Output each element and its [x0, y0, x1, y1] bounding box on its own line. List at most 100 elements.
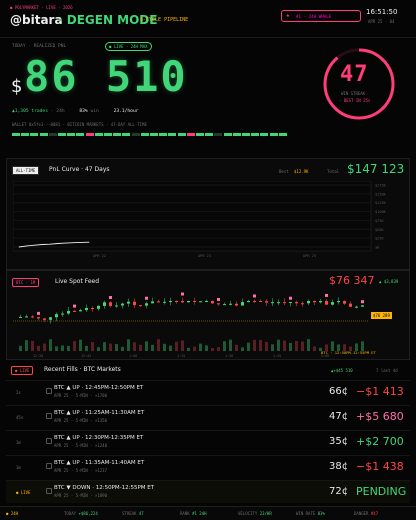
- fills-summary: ▲+$45 510: [331, 368, 353, 373]
- volume-bar: [205, 345, 208, 351]
- activity-segment: [214, 133, 223, 136]
- candle: [253, 301, 256, 302]
- candle: [163, 301, 166, 303]
- activity-segment: [196, 133, 204, 136]
- candle: [169, 301, 172, 302]
- candle: [139, 305, 142, 307]
- volume-bar: [31, 340, 34, 351]
- fill-row[interactable]: 1m BTC ▲ UP · 11:35AM-11:40AM ET APR 25 · …: [6, 455, 410, 478]
- volume-bar: [91, 342, 94, 351]
- footer-item: TODAY +$86,224: [64, 511, 98, 516]
- candle: [91, 308, 94, 310]
- fill-marker: [181, 292, 184, 296]
- y-tick-label: $75K: [375, 219, 384, 223]
- last-price-tag: $76 289: [371, 312, 392, 319]
- window: 24h: [56, 109, 65, 114]
- fill-row[interactable]: ● LIVE BTC ▼ DOWN · 12:50PM-12:55PM ET APR…: [6, 480, 410, 503]
- fill-row[interactable]: 1m BTC ▲ UP · 12:30PM-12:35PM ET APR 25 · …: [6, 430, 410, 453]
- activity-segment: [131, 133, 140, 136]
- candle: [157, 301, 160, 303]
- fill-marker: [325, 293, 328, 297]
- market-icon: [46, 488, 52, 494]
- fill-pnl: +$2 700: [356, 435, 404, 448]
- pnl-curve-title: PnL Curve · 47 Days: [49, 166, 110, 173]
- volume-bar: [235, 344, 238, 351]
- streak-ring[interactable]: 47 WIN STREAK · BEST IN 25s: [321, 46, 397, 122]
- footer-bar: ● 24H TODAY +$86,224 STREAK 47 RANK #1 24H…: [0, 506, 416, 520]
- activity-segment: [242, 133, 250, 136]
- activity-segment: [186, 133, 195, 136]
- fill-marker: [73, 304, 76, 308]
- handle[interactable]: @bitara: [10, 13, 63, 27]
- footer-value: #1 24H: [192, 511, 207, 516]
- volume-bar: [313, 346, 316, 351]
- spot-price: $76 347: [329, 274, 375, 287]
- rank-badge[interactable]: ★ #1 · 24H WHALE: [281, 10, 361, 22]
- x-tick-label: 12:45: [81, 354, 91, 358]
- wallet-line[interactable]: WALLET 0x5fe1···0881 · BITCOIN MARKETS ·…: [12, 122, 147, 127]
- market-icon: [46, 463, 52, 469]
- volume-bar: [97, 347, 100, 351]
- candle: [325, 301, 328, 305]
- volume-bar: [49, 339, 52, 351]
- spot-feed-panel: BTC · 1M Live Spot Feed $76 347 ▲ $3,839…: [6, 270, 410, 360]
- tab-all-time[interactable]: ALL-TIME: [12, 166, 40, 175]
- candle: [259, 301, 262, 302]
- x-tick-label: 1:45: [273, 354, 281, 358]
- live-badge: ● LIVE · 24H MAX: [105, 42, 152, 51]
- x-tick-label: 1:15: [177, 354, 185, 358]
- candle: [109, 302, 112, 306]
- activity-segment: [223, 133, 232, 136]
- fill-price: 47¢: [329, 411, 349, 422]
- activity-segment: [251, 133, 260, 136]
- activity-segment: [104, 133, 112, 136]
- footer-key: VELOCITY: [238, 511, 258, 516]
- volume-bar: [163, 343, 166, 351]
- candle: [37, 317, 40, 319]
- volume-bar: [121, 346, 124, 351]
- candle: [229, 303, 232, 305]
- pnl-amount: 86 510: [24, 52, 188, 101]
- fill-pnl: −$1 438: [356, 460, 404, 473]
- candle: [85, 308, 88, 311]
- fill-marker: [145, 296, 148, 300]
- y-tick-label: $25K: [375, 237, 384, 241]
- candle: [199, 301, 202, 303]
- fill-marker: [361, 300, 364, 304]
- candle: [67, 310, 70, 314]
- tab-btc-1m[interactable]: BTC · 1M: [12, 278, 40, 287]
- fill-row[interactable]: 2s BTC ▲ UP · 12:45PM-12:50PM ET APR 25 · …: [6, 380, 410, 403]
- streak-sub: · BEST IN 25s: [339, 98, 371, 103]
- candle: [355, 306, 358, 308]
- activity-segment: [30, 133, 39, 136]
- fill-age: 45s: [16, 415, 24, 420]
- fill-price: 72¢: [329, 486, 349, 497]
- x-tick-label: 1:00: [129, 354, 137, 358]
- currency-symbol: $: [11, 76, 23, 97]
- tab-live[interactable]: ● LIVE: [11, 366, 34, 375]
- x-tick-label: 12:30: [33, 354, 43, 358]
- candle: [175, 301, 178, 302]
- candle: [133, 301, 136, 306]
- fills-header: ● LIVE Recent Fills · BTC Markets ▲+$45 …: [6, 363, 410, 379]
- candle: [223, 304, 226, 306]
- candle: [181, 301, 184, 303]
- pipeline-label: 6-CYCLE PIPELINE: [140, 17, 189, 23]
- candle: [19, 316, 22, 318]
- hero-section: TODAY · REALIZED PNL ● LIVE · 24H MAX $ …: [0, 38, 416, 158]
- footer-key: ● 24H: [6, 511, 19, 516]
- volume-bar: [187, 347, 190, 351]
- activity-segment: [39, 133, 48, 136]
- activity-segment: [12, 133, 20, 136]
- fill-row[interactable]: 45s BTC ▲ UP · 11:25AM-11:30AM ET APR 25 ·…: [6, 405, 410, 428]
- activity-segment: [260, 133, 269, 136]
- volume-bar: [211, 347, 214, 351]
- candle: [79, 310, 82, 312]
- candle: [55, 314, 58, 318]
- candle: [73, 310, 76, 312]
- fill-price: 38¢: [329, 461, 349, 472]
- candle: [247, 301, 250, 303]
- activity-segment: [150, 133, 158, 136]
- x-tick-label: APR 23: [198, 254, 211, 258]
- volume-bar: [169, 345, 172, 351]
